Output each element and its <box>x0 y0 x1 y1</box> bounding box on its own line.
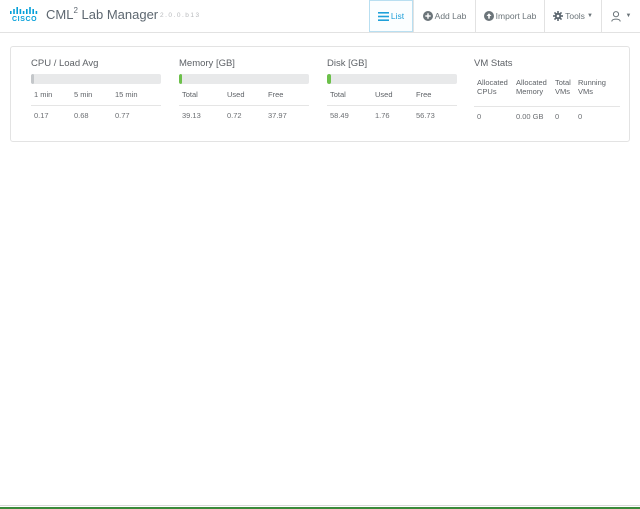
table-header: 1 min <box>31 90 71 106</box>
table-header: 5 min <box>71 90 112 106</box>
table-cell: 0.77 <box>115 110 130 120</box>
table-header: Running VMs <box>575 78 620 107</box>
nav-tools-dropdown[interactable]: Tools ▼ <box>544 0 601 32</box>
top-navbar: CISCO CML2 Lab Manager 2.0.0.b13 List Ad… <box>0 0 640 33</box>
memory-stat-title: Memory [GB] <box>179 58 235 69</box>
table-cell: 0 <box>477 111 482 121</box>
table-cell: 58.49 <box>330 110 349 120</box>
disk-usage-bar <box>327 74 457 84</box>
nav-add-lab-button[interactable]: Add Lab <box>413 0 475 32</box>
cisco-wordmark: CISCO <box>12 16 38 23</box>
caret-down-icon: ▼ <box>625 13 632 19</box>
table-header: Total <box>179 90 224 106</box>
memory-usage-bar <box>179 74 309 84</box>
bottom-status-line <box>0 505 640 509</box>
cpu-usage-bar <box>31 74 161 84</box>
table-cell: 0.68 <box>74 110 89 120</box>
nav-import-lab-label: Import Lab <box>495 11 537 21</box>
disk-table: Total Used Free 58.49 1.76 56.73 <box>327 90 457 120</box>
nav-user-menu[interactable]: ▼ <box>601 0 640 32</box>
table-cell: 56.73 <box>416 110 435 120</box>
table-header: Total <box>327 90 372 106</box>
nav-list-label: List <box>390 11 405 21</box>
table-header: Allocated CPUs <box>474 78 513 107</box>
table-header: 15 min <box>112 90 161 106</box>
table-cell: 0.00 GB <box>516 111 544 121</box>
memory-stat-block: Memory [GB] Total Used Free 39.13 0.72 3… <box>179 58 309 120</box>
cpu-stat-title: CPU / Load Avg <box>31 58 99 69</box>
nav-add-lab-label: Add Lab <box>434 11 467 21</box>
nav-list-button[interactable]: List <box>369 0 413 32</box>
nav-import-lab-button[interactable]: Import Lab <box>475 0 544 32</box>
user-icon <box>610 10 621 22</box>
cisco-logo: CISCO <box>10 7 40 27</box>
table-cell: 39.13 <box>182 110 201 120</box>
vm-stat-block: VM Stats Allocated CPUs Allocated Memory T… <box>474 58 620 121</box>
table-cell: 1.76 <box>375 110 390 120</box>
cpu-load-table: 1 min 5 min 15 min 0.17 0.68 0.77 <box>31 90 161 120</box>
caret-down-icon: ▼ <box>586 13 593 19</box>
gear-icon <box>553 11 564 21</box>
upload-circle-icon <box>483 11 494 21</box>
table-cell: 37.97 <box>268 110 287 120</box>
table-header: Used <box>372 90 413 106</box>
system-stats-panel: CPU / Load Avg 1 min 5 min 15 min 0.17 0… <box>10 46 630 142</box>
table-header: Free <box>265 90 309 106</box>
nav-tools-label: Tools <box>565 11 585 21</box>
version-label: 2.0.0.b13 <box>160 12 201 19</box>
cisco-bars-icon <box>10 7 38 14</box>
table-header: Total VMs <box>552 78 575 107</box>
table-cell: 0 <box>578 111 583 121</box>
table-header: Free <box>413 90 457 106</box>
table-header: Allocated Memory <box>513 78 552 107</box>
disk-stat-block: Disk [GB] Total Used Free 58.49 1.76 56.… <box>327 58 457 120</box>
cpu-stat-block: CPU / Load Avg 1 min 5 min 15 min 0.17 0… <box>31 58 161 120</box>
plus-circle-icon <box>422 11 433 21</box>
table-cell: 0 <box>555 111 560 121</box>
vm-stat-title: VM Stats <box>474 58 513 69</box>
app-title: CML2 Lab Manager <box>46 6 159 22</box>
table-header: Used <box>224 90 265 106</box>
table-cell: 0.72 <box>227 110 242 120</box>
disk-stat-title: Disk [GB] <box>327 58 368 69</box>
memory-table: Total Used Free 39.13 0.72 37.97 <box>179 90 309 120</box>
list-icon <box>377 11 389 21</box>
vm-stats-table: Allocated CPUs Allocated Memory Total VMs R… <box>474 78 620 121</box>
table-cell: 0.17 <box>34 110 49 120</box>
